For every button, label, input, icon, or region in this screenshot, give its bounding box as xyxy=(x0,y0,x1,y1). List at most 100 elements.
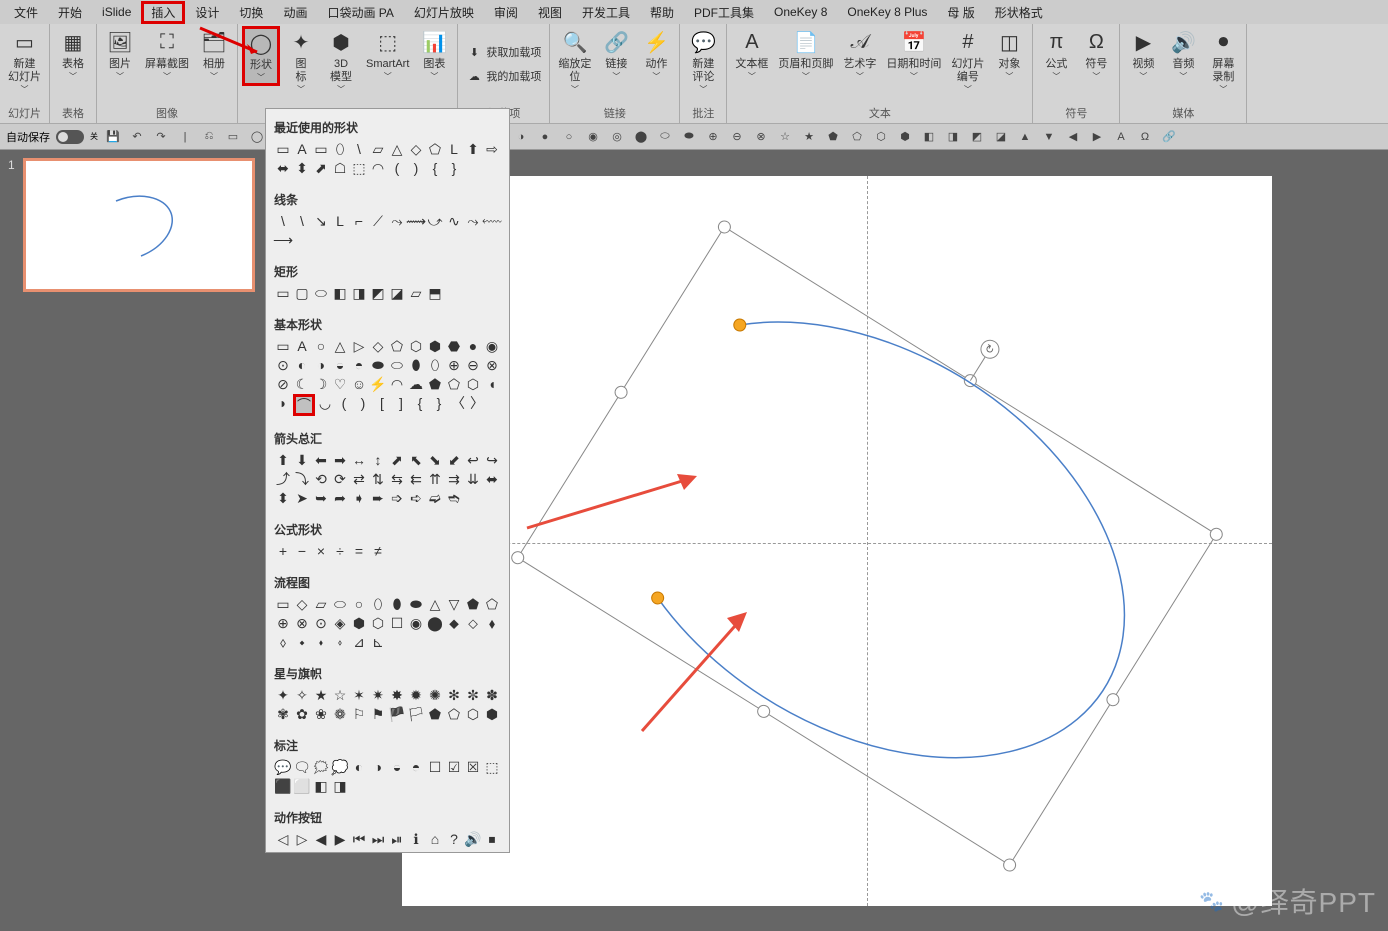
shape-glyph-1-6[interactable]: ⤳ xyxy=(388,212,406,230)
shape-glyph-4-26[interactable]: ➥ xyxy=(312,489,330,507)
shape-glyph-4-5[interactable]: ↕ xyxy=(369,451,387,469)
qat-tool-25[interactable]: ★ xyxy=(800,128,818,146)
shape-glyph-3-41[interactable]: [ xyxy=(373,394,391,412)
ribbon-btn-new-slide[interactable]: ▭新建 幻灯片﹀ xyxy=(4,26,45,97)
menu-item-插入[interactable]: 插入 xyxy=(141,1,185,24)
shape-glyph-7-1[interactable]: ✧ xyxy=(293,686,311,704)
ribbon-btn-link[interactable]: 🔗链接﹀ xyxy=(597,26,635,84)
menu-item-形状格式[interactable]: 形状格式 xyxy=(985,1,1053,24)
menu-item-iSlide[interactable]: iSlide xyxy=(92,2,141,22)
shape-glyph-4-24[interactable]: ⬍ xyxy=(274,489,292,507)
shape-glyph-5-4[interactable]: = xyxy=(350,542,368,560)
shape-glyph-0-1[interactable]: A xyxy=(293,140,311,158)
qat-tool-28[interactable]: ⬡ xyxy=(872,128,890,146)
shape-glyph-7-3[interactable]: ☆ xyxy=(331,686,349,704)
shape-glyph-6-11[interactable]: ⬠ xyxy=(483,595,501,613)
shape-glyph-4-25[interactable]: ➤ xyxy=(293,489,311,507)
menu-item-开始[interactable]: 开始 xyxy=(48,1,92,24)
shape-glyph-1-2[interactable]: ↘ xyxy=(312,212,330,230)
shape-glyph-3-40[interactable]: ) xyxy=(354,394,372,412)
shape-glyph-6-0[interactable]: ▭ xyxy=(274,595,292,613)
shape-glyph-1-1[interactable]: \ xyxy=(293,212,311,230)
shape-glyph-1-5[interactable]: ⟋ xyxy=(369,212,387,230)
shape-glyph-7-8[interactable]: ✺ xyxy=(426,686,444,704)
shape-glyph-4-18[interactable]: ⇆ xyxy=(388,470,406,488)
shape-glyph-7-12[interactable]: ✾ xyxy=(274,705,292,723)
shape-glyph-0-7[interactable]: ◇ xyxy=(407,140,425,158)
shape-glyph-6-19[interactable]: ◉ xyxy=(407,614,425,632)
selected-shape-arc[interactable]: ↻ xyxy=(402,176,1272,906)
shape-glyph-4-33[interactable]: ➬ xyxy=(445,489,463,507)
shape-glyph-3-30[interactable]: ◠ xyxy=(388,375,406,393)
menu-item-设计[interactable]: 设计 xyxy=(185,1,229,24)
shape-glyph-8-0[interactable]: 💬 xyxy=(274,758,292,776)
menu-item-开发工具[interactable]: 开发工具 xyxy=(572,1,640,24)
shape-glyph-8-8[interactable]: ☐ xyxy=(426,758,444,776)
shape-glyph-6-5[interactable]: ⬯ xyxy=(369,595,387,613)
shape-glyph-0-5[interactable]: ▱ xyxy=(369,140,387,158)
shape-glyph-9-9[interactable]: ? xyxy=(445,830,463,848)
shape-glyph-3-17[interactable]: ⬬ xyxy=(369,356,387,374)
shape-glyph-9-11[interactable]: ⏹ xyxy=(483,830,501,848)
shape-glyph-4-31[interactable]: ➪ xyxy=(407,489,425,507)
ribbon-btn-smartart[interactable]: ⬚SmartArt﹀ xyxy=(362,26,413,84)
shape-glyph-3-44[interactable]: } xyxy=(430,394,448,412)
shape-glyph-6-17[interactable]: ⬡ xyxy=(369,614,387,632)
shape-glyph-4-9[interactable]: ⬋ xyxy=(445,451,463,469)
shape-glyph-0-12[interactable]: ⬌ xyxy=(274,159,292,177)
shape-glyph-1-10[interactable]: ⤳ xyxy=(464,212,482,230)
shape-glyph-8-1[interactable]: 🗨 xyxy=(293,758,311,776)
shape-glyph-0-10[interactable]: ⬆ xyxy=(464,140,482,158)
shape-glyph-6-1[interactable]: ◇ xyxy=(293,595,311,613)
shape-glyph-9-8[interactable]: ⌂ xyxy=(426,830,444,848)
shape-glyph-6-2[interactable]: ▱ xyxy=(312,595,330,613)
shape-glyph-0-3[interactable]: ⬯ xyxy=(331,140,349,158)
shape-glyph-7-13[interactable]: ✿ xyxy=(293,705,311,723)
shape-glyph-0-14[interactable]: ⬈ xyxy=(312,159,330,177)
shape-glyph-3-22[interactable]: ⊖ xyxy=(464,356,482,374)
shape-glyph-2-8[interactable]: ⬒ xyxy=(426,284,444,302)
shape-glyph-4-16[interactable]: ⇄ xyxy=(350,470,368,488)
shape-glyph-3-1[interactable]: A xyxy=(293,337,311,355)
shape-glyph-7-15[interactable]: ❁ xyxy=(331,705,349,723)
shape-glyph-6-22[interactable]: ⬦ xyxy=(464,614,482,632)
ribbon-btn-audio[interactable]: 🔊音频﹀ xyxy=(1164,26,1202,84)
ribbon-btn-zoom[interactable]: 🔍缩放定 位﹀ xyxy=(554,26,595,97)
qat-tool-24[interactable]: ☆ xyxy=(776,128,794,146)
shape-glyph-9-7[interactable]: ℹ xyxy=(407,830,425,848)
shape-glyph-7-14[interactable]: ❀ xyxy=(312,705,330,723)
shape-glyph-4-17[interactable]: ⇅ xyxy=(369,470,387,488)
ribbon-btn-screenrec[interactable]: ⏺屏幕 录制﹀ xyxy=(1204,26,1242,97)
qat-tool-34[interactable]: ▲ xyxy=(1016,128,1034,146)
shape-glyph-7-19[interactable]: 🏳 xyxy=(407,705,425,723)
shape-glyph-5-1[interactable]: − xyxy=(293,542,311,560)
ribbon-btn-symbol[interactable]: Ω符号﹀ xyxy=(1077,26,1115,84)
shape-glyph-6-15[interactable]: ◈ xyxy=(331,614,349,632)
shape-glyph-6-6[interactable]: ⬮ xyxy=(388,595,406,613)
qat-tool-23[interactable]: ⊗ xyxy=(752,128,770,146)
shape-glyph-3-25[interactable]: ☾ xyxy=(293,375,311,393)
shape-glyph-5-0[interactable]: + xyxy=(274,542,292,560)
shape-glyph-6-18[interactable]: ☐ xyxy=(388,614,406,632)
shape-glyph-7-9[interactable]: ✻ xyxy=(445,686,463,704)
shape-glyph-6-29[interactable]: ⊾ xyxy=(369,633,387,651)
shape-glyph-3-37[interactable]: ⌒ xyxy=(293,394,315,416)
shape-glyph-6-3[interactable]: ⬭ xyxy=(331,595,349,613)
qat-tool-2[interactable]: ◯ xyxy=(248,128,266,146)
shape-glyph-8-9[interactable]: ☑ xyxy=(445,758,463,776)
shape-glyph-8-10[interactable]: ☒ xyxy=(464,758,482,776)
shape-glyph-2-2[interactable]: ⬭ xyxy=(312,284,330,302)
shape-glyph-7-11[interactable]: ✽ xyxy=(483,686,501,704)
qat-tool-38[interactable]: A xyxy=(1112,128,1130,146)
slide-thumbnail-1[interactable] xyxy=(23,158,255,292)
shape-glyph-4-15[interactable]: ⟳ xyxy=(331,470,349,488)
menu-item-OneKey 8[interactable]: OneKey 8 xyxy=(764,2,837,22)
menu-item-PDF工具集[interactable]: PDF工具集 xyxy=(684,1,764,24)
ribbon-btn-action[interactable]: ⚡动作﹀ xyxy=(637,26,675,84)
shape-glyph-3-15[interactable]: ◒ xyxy=(331,356,349,374)
qat-tool-18[interactable]: ⬤ xyxy=(632,128,650,146)
shape-glyph-7-17[interactable]: ⚑ xyxy=(369,705,387,723)
shape-glyph-3-9[interactable]: ⬣ xyxy=(445,337,463,355)
qat-tool-40[interactable]: 🔗 xyxy=(1160,128,1178,146)
shape-glyph-2-1[interactable]: ▢ xyxy=(293,284,311,302)
